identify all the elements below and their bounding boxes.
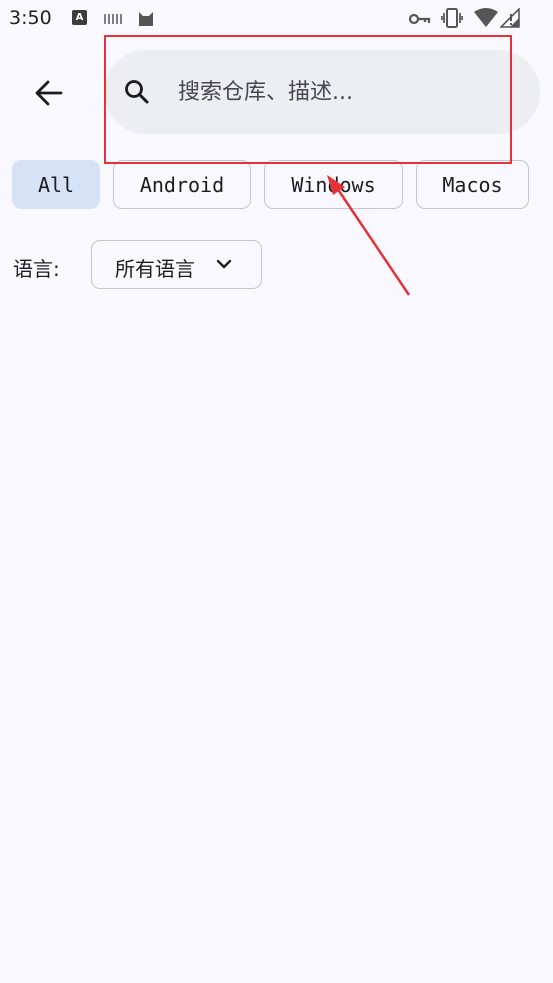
filter-chip-all[interactable]: All xyxy=(12,160,100,209)
language-selected-value: 所有语言 xyxy=(115,257,195,281)
status-time: 3:50 xyxy=(9,7,52,29)
chip-label: Windows xyxy=(291,172,376,197)
search-input[interactable] xyxy=(178,70,508,114)
filter-chip-windows[interactable]: Windows xyxy=(264,160,403,209)
language-dropdown[interactable]: 所有语言 xyxy=(91,240,262,289)
filter-chip-macos[interactable]: Macos xyxy=(416,160,529,209)
chevron-down-icon xyxy=(216,259,232,269)
status-bar: 3:50 A xyxy=(0,0,553,38)
vibrate-icon xyxy=(441,8,463,28)
back-button[interactable] xyxy=(24,68,74,118)
arrow-left-icon xyxy=(35,80,63,106)
cat-icon xyxy=(139,12,153,26)
keyboard-icon xyxy=(104,14,124,24)
filter-chip-android[interactable]: Android xyxy=(113,160,251,209)
text-a-icon: A xyxy=(72,10,87,25)
language-label: 语言: xyxy=(13,257,60,281)
vpn-key-icon xyxy=(409,13,431,25)
search-icon xyxy=(125,80,149,104)
annotation-arrow xyxy=(327,175,411,296)
wifi-icon xyxy=(474,8,498,27)
chip-label: All xyxy=(37,172,75,197)
search-bar[interactable] xyxy=(104,50,540,134)
chip-label: Android xyxy=(139,172,225,197)
battery-icon xyxy=(500,8,520,28)
screen: 3:50 A 搜索仓库、描述... All Android Windows Ma… xyxy=(0,0,553,983)
chip-label: Macos xyxy=(442,172,503,197)
